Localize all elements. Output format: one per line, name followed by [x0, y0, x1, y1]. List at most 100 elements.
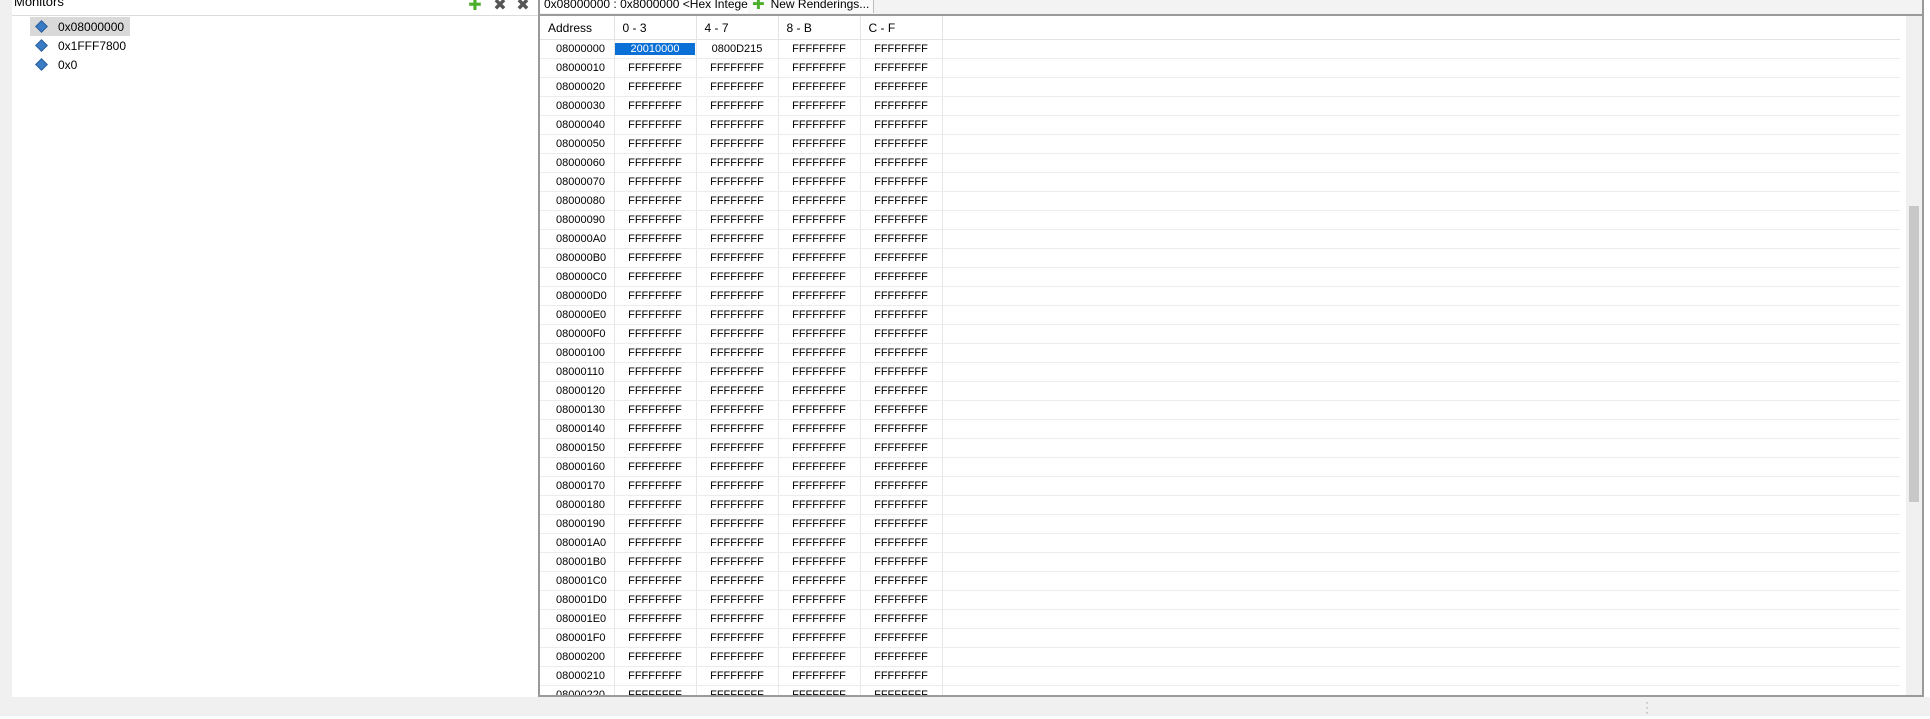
add-monitor-icon[interactable]: ✚ — [467, 0, 483, 14]
memory-cell[interactable]: FFFFFFFF — [614, 77, 697, 97]
column-header-address[interactable]: Address — [540, 16, 615, 40]
memory-cell[interactable]: FFFFFFFF — [778, 343, 861, 363]
memory-cell[interactable]: FFFFFFFF — [614, 457, 697, 477]
memory-cell[interactable]: FFFFFFFF — [860, 172, 943, 192]
memory-cell[interactable]: FFFFFFFF — [778, 438, 861, 458]
memory-cell[interactable]: FFFFFFFF — [614, 571, 697, 591]
memory-cell[interactable]: FFFFFFFF — [614, 153, 697, 173]
memory-cell[interactable]: FFFFFFFF — [860, 134, 943, 154]
memory-cell[interactable]: FFFFFFFF — [860, 39, 943, 59]
memory-cell[interactable]: FFFFFFFF — [778, 248, 861, 268]
memory-cell[interactable]: FFFFFFFF — [778, 571, 861, 591]
memory-cell[interactable]: FFFFFFFF — [696, 647, 779, 667]
memory-cell[interactable]: FFFFFFFF — [696, 685, 779, 695]
memory-cell[interactable]: FFFFFFFF — [778, 286, 861, 306]
memory-cell[interactable]: FFFFFFFF — [860, 362, 943, 382]
memory-cell[interactable]: FFFFFFFF — [778, 495, 861, 515]
memory-cell[interactable]: FFFFFFFF — [696, 229, 779, 249]
memory-cell[interactable]: FFFFFFFF — [614, 381, 697, 401]
memory-cell[interactable]: FFFFFFFF — [614, 419, 697, 439]
memory-cell[interactable]: FFFFFFFF — [860, 685, 943, 695]
memory-cell[interactable]: FFFFFFFF — [778, 666, 861, 686]
memory-cell[interactable]: FFFFFFFF — [614, 343, 697, 363]
memory-cell[interactable]: FFFFFFFF — [860, 153, 943, 173]
memory-cell[interactable]: FFFFFFFF — [614, 552, 697, 572]
memory-cell[interactable]: FFFFFFFF — [614, 324, 697, 344]
memory-cell[interactable]: FFFFFFFF — [614, 362, 697, 382]
memory-cell[interactable]: FFFFFFFF — [778, 324, 861, 344]
memory-cell[interactable]: FFFFFFFF — [778, 115, 861, 135]
memory-cell[interactable]: FFFFFFFF — [778, 685, 861, 695]
memory-cell[interactable]: FFFFFFFF — [614, 666, 697, 686]
memory-cell[interactable]: FFFFFFFF — [860, 419, 943, 439]
column-header-c-f[interactable]: C - F — [860, 16, 943, 40]
memory-cell[interactable]: FFFFFFFF — [696, 134, 779, 154]
memory-cell[interactable]: FFFFFFFF — [860, 514, 943, 534]
memory-cell[interactable]: FFFFFFFF — [614, 533, 697, 553]
memory-cell[interactable]: FFFFFFFF — [614, 229, 697, 249]
memory-cell[interactable]: FFFFFFFF — [696, 305, 779, 325]
memory-cell[interactable]: FFFFFFFF — [696, 267, 779, 287]
memory-cell[interactable]: FFFFFFFF — [778, 77, 861, 97]
tab-new-renderings[interactable]: ✚ New Renderings... — [748, 0, 875, 13]
memory-cell[interactable]: FFFFFFFF — [614, 248, 697, 268]
memory-cell[interactable]: FFFFFFFF — [860, 267, 943, 287]
memory-cell[interactable]: FFFFFFFF — [696, 400, 779, 420]
memory-cell[interactable]: FFFFFFFF — [696, 457, 779, 477]
memory-cell[interactable]: FFFFFFFF — [860, 210, 943, 230]
memory-cell[interactable]: FFFFFFFF — [614, 400, 697, 420]
memory-cell[interactable]: FFFFFFFF — [778, 590, 861, 610]
memory-cell[interactable]: FFFFFFFF — [696, 476, 779, 496]
memory-cell[interactable]: FFFFFFFF — [778, 39, 861, 59]
memory-cell[interactable]: FFFFFFFF — [860, 647, 943, 667]
memory-cell[interactable]: FFFFFFFF — [614, 609, 697, 629]
memory-cell[interactable]: FFFFFFFF — [614, 590, 697, 610]
memory-cell[interactable]: FFFFFFFF — [860, 457, 943, 477]
memory-cell[interactable]: FFFFFFFF — [860, 400, 943, 420]
memory-cell[interactable]: FFFFFFFF — [614, 628, 697, 648]
memory-cell[interactable]: FFFFFFFF — [778, 305, 861, 325]
memory-cell-selected[interactable]: 20010000 — [614, 39, 697, 59]
memory-cell[interactable]: FFFFFFFF — [696, 210, 779, 230]
memory-cell[interactable]: FFFFFFFF — [696, 438, 779, 458]
memory-cell[interactable]: FFFFFFFF — [696, 666, 779, 686]
memory-cell[interactable]: FFFFFFFF — [860, 286, 943, 306]
memory-cell[interactable]: FFFFFFFF — [696, 533, 779, 553]
memory-cell[interactable]: FFFFFFFF — [696, 153, 779, 173]
resize-grip-icon[interactable]: · · · — [1645, 696, 1649, 718]
memory-cell[interactable]: FFFFFFFF — [614, 685, 697, 695]
memory-cell[interactable]: FFFFFFFF — [778, 609, 861, 629]
memory-cell[interactable]: FFFFFFFF — [860, 590, 943, 610]
memory-cell[interactable]: FFFFFFFF — [614, 58, 697, 78]
memory-cell[interactable]: FFFFFFFF — [696, 343, 779, 363]
memory-cell[interactable]: FFFFFFFF — [778, 628, 861, 648]
memory-cell[interactable]: FFFFFFFF — [860, 115, 943, 135]
memory-cell[interactable]: FFFFFFFF — [696, 362, 779, 382]
memory-cell[interactable]: FFFFFFFF — [614, 286, 697, 306]
memory-cell[interactable]: FFFFFFFF — [614, 438, 697, 458]
column-header-4-7[interactable]: 4 - 7 — [696, 16, 779, 40]
memory-cell[interactable]: FFFFFFFF — [778, 400, 861, 420]
memory-cell[interactable]: FFFFFFFF — [696, 590, 779, 610]
memory-cell[interactable]: FFFFFFFF — [860, 552, 943, 572]
memory-cell[interactable]: FFFFFFFF — [614, 514, 697, 534]
memory-cell[interactable]: FFFFFFFF — [860, 343, 943, 363]
memory-cell[interactable]: FFFFFFFF — [614, 115, 697, 135]
memory-cell[interactable]: FFFFFFFF — [860, 628, 943, 648]
memory-cell[interactable]: FFFFFFFF — [778, 153, 861, 173]
memory-cell[interactable]: FFFFFFFF — [860, 229, 943, 249]
memory-cell[interactable]: FFFFFFFF — [614, 134, 697, 154]
memory-cell[interactable]: FFFFFFFF — [696, 324, 779, 344]
memory-cell[interactable]: FFFFFFFF — [860, 96, 943, 116]
memory-cell[interactable]: FFFFFFFF — [778, 210, 861, 230]
monitor-item-1[interactable]: 0x1FFF7800 — [30, 36, 130, 55]
memory-cell[interactable]: FFFFFFFF — [860, 305, 943, 325]
memory-cell[interactable]: FFFFFFFF — [860, 495, 943, 515]
column-header-8-b[interactable]: 8 - B — [778, 16, 861, 40]
memory-cell[interactable]: FFFFFFFF — [860, 476, 943, 496]
memory-cell[interactable]: FFFFFFFF — [696, 115, 779, 135]
monitor-item-2[interactable]: 0x0 — [30, 55, 130, 74]
memory-cell[interactable]: FFFFFFFF — [696, 172, 779, 192]
memory-cell[interactable]: FFFFFFFF — [778, 229, 861, 249]
memory-cell[interactable]: FFFFFFFF — [860, 609, 943, 629]
